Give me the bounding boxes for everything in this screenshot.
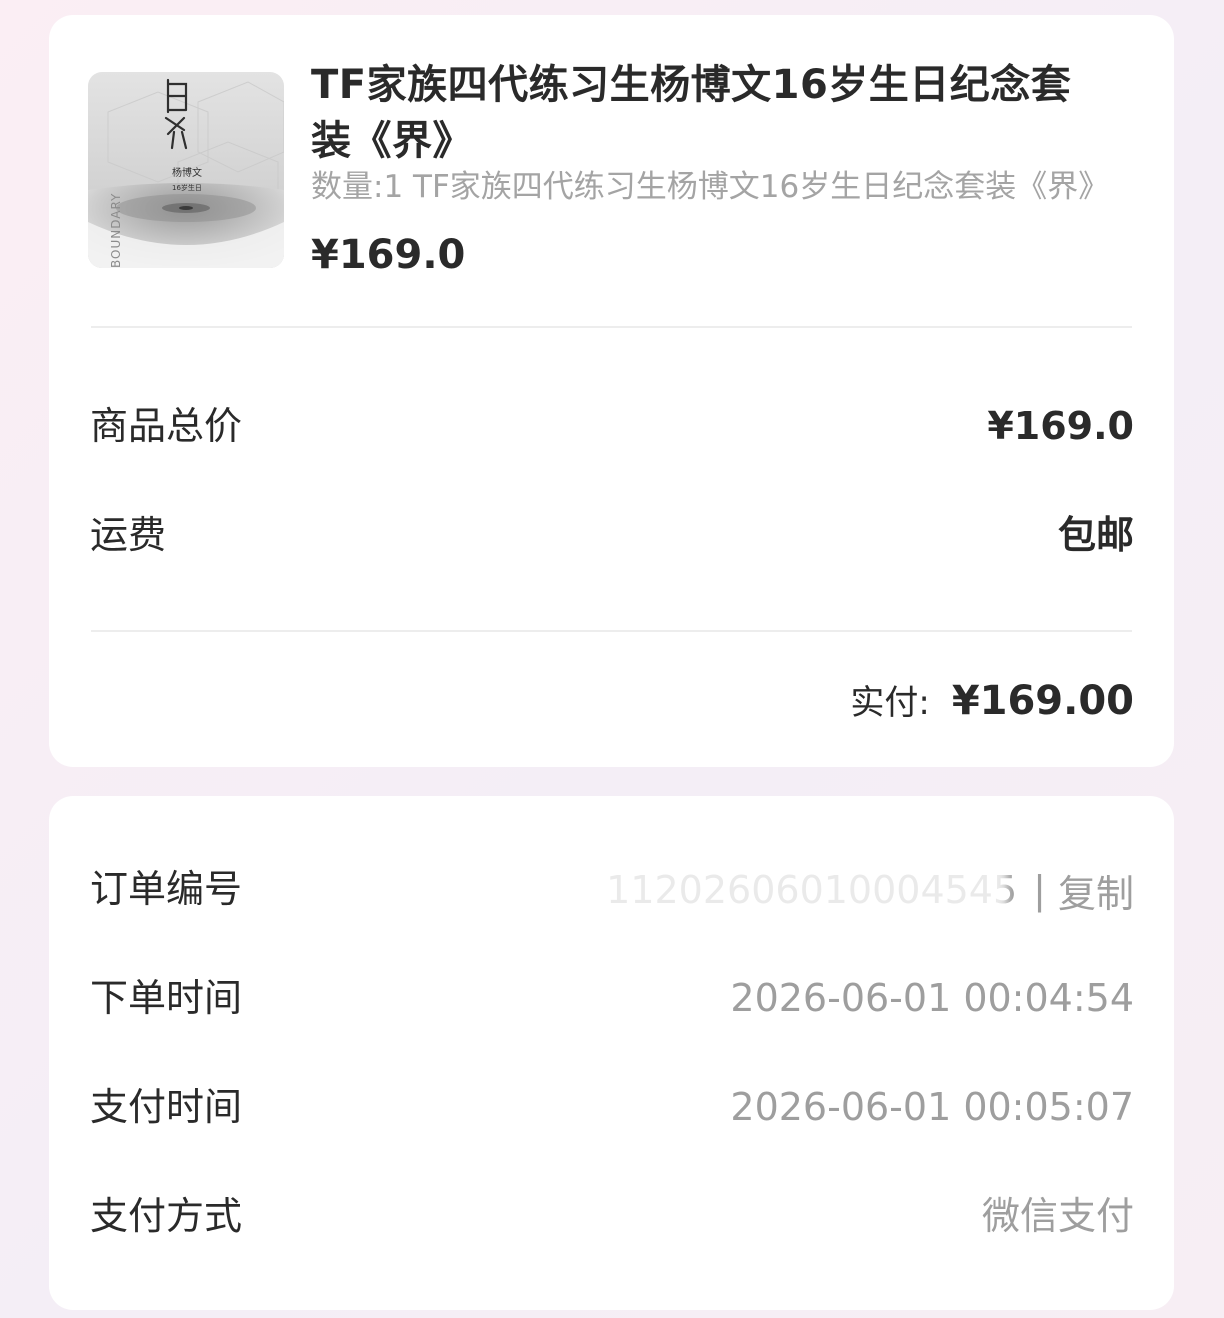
divider <box>91 630 1132 632</box>
thumbnail-side-text: BOUNDARY <box>109 193 123 268</box>
subtotal-value: ¥169.0 <box>987 404 1134 448</box>
order-number-value: 11202606010004545 <box>590 856 1021 922</box>
order-time-label: 下单时间 <box>90 976 243 1020</box>
order-number-label: 订单编号 <box>90 867 243 911</box>
order-time-value: 2026-06-01 00:04:54 <box>730 976 1134 1020</box>
paid-amount: 实付: ¥169.00 <box>850 675 1134 731</box>
pay-time-value: 2026-06-01 00:05:07 <box>730 1085 1134 1129</box>
paid-value: ¥169.00 <box>951 678 1134 724</box>
product-image: 杨博文 16岁生日 BOUNDARY <box>88 72 284 268</box>
thumbnail-sub: 16岁生日 <box>172 183 202 192</box>
product-price: ¥169.0 <box>311 232 466 278</box>
order-number-blur <box>590 856 1008 922</box>
separator: | <box>1033 868 1046 912</box>
subtotal-label: 商品总价 <box>90 404 243 448</box>
order-info-card: 订单编号 11202606010004545 | 复制 下单时间 2026-06… <box>49 796 1174 1310</box>
product-thumbnail[interactable]: 杨博文 16岁生日 BOUNDARY <box>88 72 284 268</box>
product-description: 数量:1 TF家族四代练习生杨博文16岁生日纪念套装《界》 <box>311 169 1110 205</box>
pay-method-value: 微信支付 <box>981 1194 1134 1238</box>
order-number-row: 11202606010004545 | 复制 <box>590 856 1134 922</box>
product-title[interactable]: TF家族四代练习生杨博文16岁生日纪念套装《界》 <box>311 57 1091 169</box>
copy-button[interactable]: 复制 <box>1058 863 1134 918</box>
divider <box>91 326 1132 328</box>
shipping-value: 包邮 <box>1057 513 1134 557</box>
thumbnail-name: 杨博文 <box>172 166 202 179</box>
shipping-label: 运费 <box>90 513 167 557</box>
order-card: 杨博文 16岁生日 BOUNDARY TF家族四代练习生杨博文16岁生日纪念套装… <box>49 15 1174 767</box>
paid-label: 实付: <box>850 683 930 723</box>
pay-time-label: 支付时间 <box>90 1085 243 1129</box>
pay-method-label: 支付方式 <box>90 1194 243 1238</box>
